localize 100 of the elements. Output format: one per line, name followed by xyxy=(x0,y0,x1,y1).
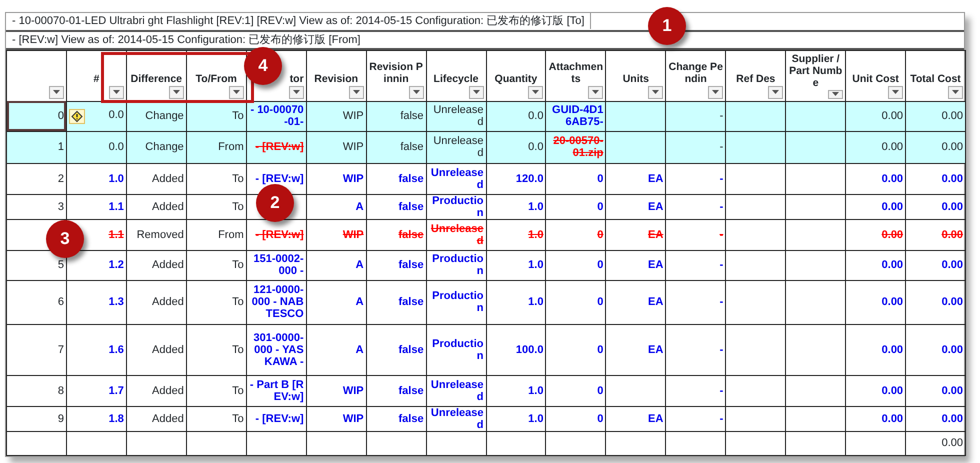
table-cell-text: EA xyxy=(648,228,664,240)
table-cell-text: 0.00 xyxy=(942,228,963,240)
table-cell-text: Unreleased xyxy=(433,104,484,128)
caret-icon xyxy=(892,90,900,94)
table-cell-text: A xyxy=(356,344,364,356)
sheet-title: - 10-00070-01-LED Ultrabri ght Flashlight [REV:1] [REV:w] View as of: 2014-05-15 Configuration: 已发布的修订版 [To] xyxy=(6,13,592,29)
column-header: Revision xyxy=(313,72,360,84)
table-cell-text: EA xyxy=(648,344,664,356)
callout-marker: 4 xyxy=(244,47,282,85)
filter-dropdown-button[interactable] xyxy=(48,86,64,98)
caret-icon xyxy=(832,92,840,96)
caret-icon xyxy=(712,90,720,94)
table-cell-text: To xyxy=(232,259,244,271)
table-cell-text: Unreleased xyxy=(433,135,484,159)
filter-dropdown-button[interactable] xyxy=(708,86,724,98)
table-cell-text: 151-0002-000 - xyxy=(254,253,304,277)
table-cell-text: From xyxy=(218,228,244,240)
table-cell-text: - xyxy=(720,141,724,153)
table-cell-text: A xyxy=(356,259,364,271)
filter-dropdown-button[interactable] xyxy=(768,86,784,98)
column-header: # xyxy=(92,72,100,84)
table-cell-text: 0.00 xyxy=(942,412,963,424)
table-cell-text: Removed xyxy=(136,228,184,240)
filter-dropdown-button[interactable] xyxy=(468,86,484,98)
filter-dropdown-button[interactable] xyxy=(288,86,304,98)
caret-icon xyxy=(592,90,600,94)
table-cell-text: WIP xyxy=(342,141,364,153)
filter-dropdown-button[interactable] xyxy=(228,86,244,98)
table-cell-text: WIP xyxy=(342,172,364,184)
table-cell-text: GUID-4D16AB75- xyxy=(552,104,604,128)
table-cell-text: 0.00 xyxy=(942,172,963,184)
table-cell: 6 xyxy=(6,280,66,324)
table-cell-text: false xyxy=(400,110,424,122)
table-cell: 3 xyxy=(6,194,66,219)
table-cell-text: 0.00 xyxy=(882,296,904,308)
table-cell-text: - [REV:w] xyxy=(255,141,304,153)
table-cell-text: 1.0 xyxy=(528,412,544,424)
table-cell-text: - xyxy=(720,172,724,184)
table-cell-text: WIP xyxy=(342,110,364,122)
column-header: Attachments xyxy=(548,60,604,84)
filter-dropdown-button[interactable] xyxy=(948,86,963,98)
table-cell-text: EA xyxy=(648,296,664,308)
caret-icon xyxy=(772,90,780,94)
table-cell-text: EA xyxy=(648,200,664,212)
table-cell-text: - xyxy=(720,344,724,356)
caret-icon xyxy=(352,90,360,94)
filter-dropdown-button[interactable] xyxy=(408,86,424,98)
table-cell-text: 0.00 xyxy=(942,259,963,271)
filter-dropdown-button[interactable] xyxy=(648,86,664,98)
filter-dropdown-button[interactable] xyxy=(108,86,124,98)
table-cell-text: 1.3 xyxy=(108,296,124,308)
column-header: Unit Cost xyxy=(851,72,900,84)
table-cell-text: 0.0 xyxy=(108,141,124,153)
table-cell-text: EA xyxy=(648,172,664,184)
filter-dropdown-button[interactable] xyxy=(888,86,904,98)
filter-dropdown-button[interactable] xyxy=(588,86,604,98)
table-cell-text: 1.0 xyxy=(528,228,544,240)
filter-dropdown-button[interactable] xyxy=(348,86,364,98)
table-cell-text: - xyxy=(720,412,724,424)
table-cell-text: To xyxy=(232,344,244,356)
warning-icon[interactable] xyxy=(68,108,85,124)
table-cell-text: 0 xyxy=(597,200,604,212)
table-cell-text: 1.8 xyxy=(108,412,124,424)
table-cell-text: - [REV:w] xyxy=(255,228,304,240)
table-cell-text: 1.6 xyxy=(108,344,124,356)
table-cell-text: To xyxy=(232,412,244,424)
table-cell-text: Production xyxy=(432,338,484,362)
table-cell-text: 0.00 xyxy=(882,412,904,424)
table-cell-text: Added xyxy=(152,172,184,184)
table-cell-text: To xyxy=(232,172,244,184)
table-cell-text: 0 xyxy=(597,384,604,396)
column-header: Change Pendin xyxy=(668,60,724,84)
caret-icon xyxy=(172,90,180,94)
table-cell-text: - xyxy=(720,228,724,240)
column-header: Quantity xyxy=(494,72,538,84)
table-cell-text: 0.00 xyxy=(882,141,904,153)
filter-dropdown-button[interactable] xyxy=(528,86,544,98)
table-cell-text: 0.00 xyxy=(942,437,963,449)
table-cell-text: Added xyxy=(152,384,184,396)
table-cell-text: A xyxy=(356,200,364,212)
table-cell-text: Production xyxy=(432,194,484,218)
filter-dropdown-button[interactable] xyxy=(168,86,184,98)
table-cell-text: Added xyxy=(152,259,184,271)
column-header: tor xyxy=(288,72,304,84)
table-cell-text: - xyxy=(720,110,724,122)
table-cell-text: 0.00 xyxy=(882,259,904,271)
table-cell-text: false xyxy=(398,384,424,396)
table-cell-text: false xyxy=(398,172,424,184)
filter-dropdown-button[interactable] xyxy=(828,90,844,98)
table-cell-text: false xyxy=(398,228,424,240)
caret-icon xyxy=(232,90,240,94)
table-cell-text: 1.1 xyxy=(108,228,124,240)
table-cell-text: Change xyxy=(145,110,184,122)
table-cell-text: - xyxy=(720,200,724,212)
callout-marker: 2 xyxy=(256,184,294,222)
table-cell-text: Added xyxy=(152,412,184,424)
table-cell-text: 0.00 xyxy=(882,172,904,184)
table-cell-text: Unreleased xyxy=(430,222,484,246)
table-cell: 2 xyxy=(6,163,66,194)
table-cell-text: 0.0 xyxy=(108,108,124,120)
